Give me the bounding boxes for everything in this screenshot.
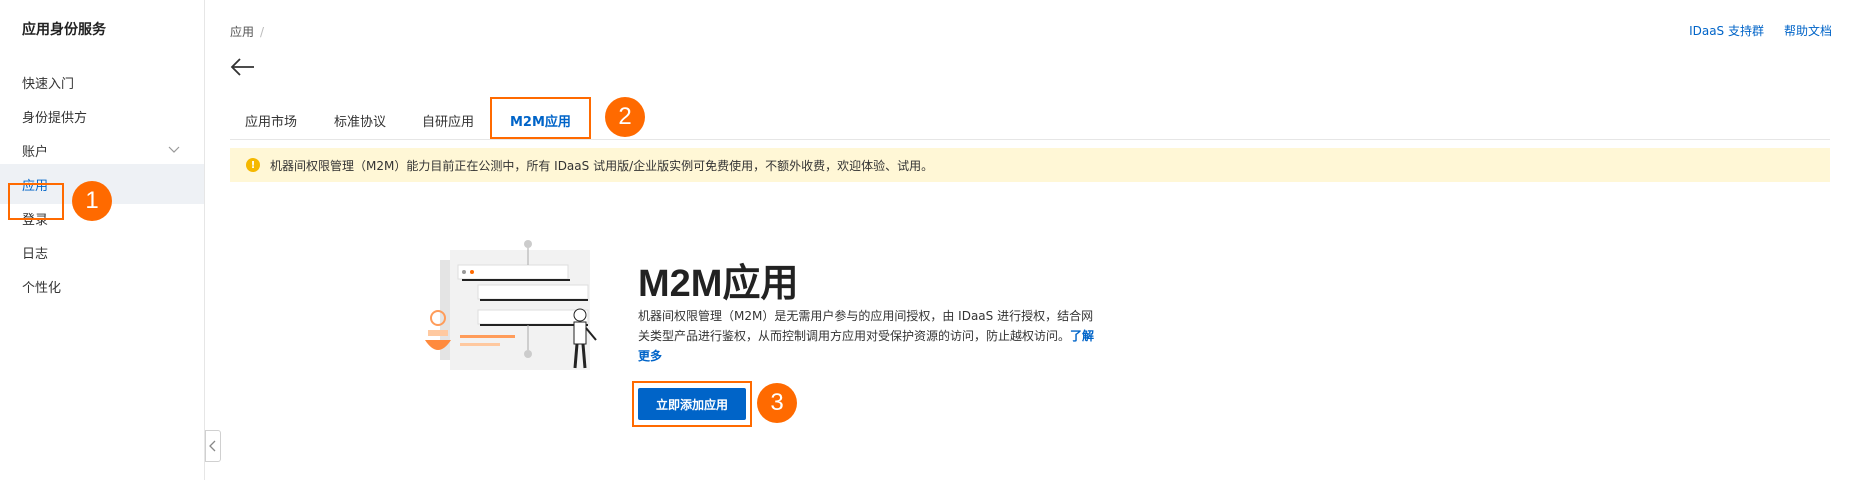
header-links: IDaaS 支持群 帮助文档 xyxy=(1689,22,1832,39)
step-3-badge: 3 xyxy=(757,383,797,423)
sidebar-title: 应用身份服务 xyxy=(22,22,106,38)
hero-description-text: 机器间权限管理（M2M）是无需用户参与的应用间授权，由 IDaaS 进行授权，结… xyxy=(638,309,1094,343)
support-group-link[interactable]: IDaaS 支持群 xyxy=(1689,22,1764,39)
sidebar-item-label: 快速入门 xyxy=(22,76,75,92)
step-2-highlight xyxy=(490,97,591,139)
breadcrumb-item[interactable]: 应用 xyxy=(230,25,254,39)
tab-standard-protocol[interactable]: 标准协议 xyxy=(334,100,386,140)
sidebar: 应用身份服务 快速入门 身份提供方 账户 应用 登录 日志 个性化 xyxy=(0,0,205,480)
hero-title: M2M应用 xyxy=(638,263,799,305)
collapse-left-icon xyxy=(209,440,216,452)
warning-icon: ! xyxy=(246,158,260,172)
notice-text: 机器间权限管理（M2M）能力目前正在公测中，所有 IDaaS 试用版/企业版实例… xyxy=(270,158,934,173)
m2m-illustration xyxy=(425,240,597,370)
sidebar-item-label: 日志 xyxy=(22,246,49,262)
step-2-badge: 2 xyxy=(605,97,645,137)
tab-self-developed[interactable]: 自研应用 xyxy=(422,100,474,140)
back-arrow-icon[interactable] xyxy=(230,56,256,78)
hero-description: 机器间权限管理（M2M）是无需用户参与的应用间授权，由 IDaaS 进行授权，结… xyxy=(638,306,1098,366)
breadcrumb: 应用 / xyxy=(230,23,264,40)
sidebar-collapse-button[interactable] xyxy=(205,430,221,462)
step-1-highlight xyxy=(8,183,64,220)
sidebar-item-label: 账户 xyxy=(22,144,49,160)
sidebar-item-label: 身份提供方 xyxy=(22,110,88,126)
app-type-tabs: 应用市场 标准协议 自研应用 M2M应用 xyxy=(230,100,1830,140)
beta-notice: ! 机器间权限管理（M2M）能力目前正在公测中，所有 IDaaS 试用版/企业版… xyxy=(230,148,1830,182)
tab-app-market[interactable]: 应用市场 xyxy=(245,100,297,140)
app-root: 应用身份服务 快速入门 身份提供方 账户 应用 登录 日志 个性化 1 应用 /… xyxy=(0,0,1854,480)
add-app-button[interactable]: 立即添加应用 xyxy=(638,388,746,420)
sidebar-item-personalization[interactable]: 个性化 xyxy=(0,266,204,306)
help-docs-link[interactable]: 帮助文档 xyxy=(1784,22,1832,39)
sidebar-item-label: 个性化 xyxy=(22,280,62,296)
step-1-badge: 1 xyxy=(72,181,112,221)
breadcrumb-separator: / xyxy=(260,25,265,39)
chevron-down-icon xyxy=(168,146,180,153)
